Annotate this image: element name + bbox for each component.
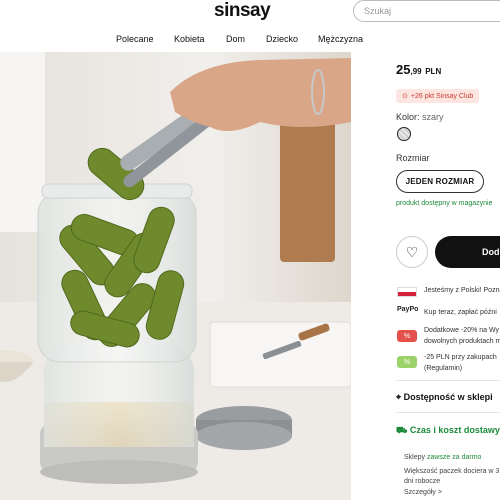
main-nav: Polecane Kobieta Dom Dziecko Mężczyzna <box>0 34 500 48</box>
info-row-discount-line1: Dodatkowe -20% na Wy <box>424 327 500 334</box>
pickle-jar-photo <box>0 52 351 500</box>
poland-flag-icon <box>397 287 417 297</box>
price-main: 25 <box>396 62 411 77</box>
nav-item-dziecko[interactable]: Dziecko <box>266 34 298 44</box>
location-pin-icon: ⌖ <box>396 392 402 402</box>
delivery-details-link[interactable]: Szczegóły > <box>404 488 442 498</box>
delivery-section[interactable]: ⛟ Czas i koszt dostawy <box>396 425 500 437</box>
info-row-discount-line2: dowolnych produktach me <box>424 338 500 345</box>
sinsay-logo[interactable]: sinsay <box>214 0 271 22</box>
divider <box>396 412 500 413</box>
search-placeholder: Szukaj <box>364 6 392 16</box>
availability-text: produkt dostępny w magazynie <box>396 200 493 207</box>
nav-item-mezczyzna[interactable]: Mężczyzna <box>318 34 363 44</box>
club-icon: ⊙ <box>402 93 408 100</box>
nav-item-polecane[interactable]: Polecane <box>116 34 154 44</box>
size-button[interactable]: JEDEN ROZMIAR <box>396 170 484 193</box>
nav-item-dom[interactable]: Dom <box>226 34 245 44</box>
info-row-discount[interactable]: Dodatkowe -20% na Wy dowolnych produktac… <box>424 325 500 347</box>
add-to-cart-button[interactable]: Dod <box>435 236 500 268</box>
color-swatch-grey[interactable] <box>397 127 411 141</box>
price: 25,99 PLN <box>396 62 441 77</box>
coupon-icon: % <box>397 356 417 368</box>
delivery-stores-value: zawsze za darmo <box>426 454 482 461</box>
discount-tag-icon: % <box>397 330 417 342</box>
delivery-stores: Sklepy zawsze za darmo <box>404 453 481 463</box>
delivery-description: Większość paczek dociera w 3 dni robocze <box>404 467 499 487</box>
price-currency: PLN <box>425 67 442 76</box>
product-image[interactable] <box>0 52 351 500</box>
paypo-icon: PayPo <box>397 306 419 313</box>
info-row-poland[interactable]: Jesteśmy z Polski! Pozna <box>424 285 500 296</box>
color-info: Kolor: szary <box>396 112 444 122</box>
divider <box>396 380 500 381</box>
club-badge-text: +26 pkt Sinsay Club <box>410 92 474 100</box>
delivery-stores-label: Sklepy <box>404 454 426 461</box>
delivery-truck-icon: ⛟ <box>396 425 408 435</box>
color-value: szary <box>422 112 444 122</box>
wishlist-button[interactable]: ♡ <box>396 236 428 268</box>
info-row-paypo[interactable]: Kup teraz, zapłać późni <box>424 307 497 318</box>
sinsay-club-badge: ⊙ +26 pkt Sinsay Club <box>396 89 480 103</box>
info-row-coupon-line2: (Regulamin) <box>424 365 463 372</box>
size-label: Rozmiar <box>396 153 430 163</box>
delivery-desc-line1: Większość paczek dociera w 3 <box>404 468 500 475</box>
store-availability[interactable]: ⌖ Dostępność w sklepi <box>396 392 493 403</box>
price-decimals: ,99 <box>410 67 422 76</box>
search-input[interactable]: Szukaj <box>353 0 500 22</box>
color-label: Kolor: <box>396 112 420 122</box>
store-availability-title: Dostępność w sklepi <box>403 392 493 402</box>
info-row-coupon[interactable]: -25 PLN przy zakupach (Regulamin) <box>424 352 497 374</box>
delivery-desc-line2: dni robocze <box>404 478 441 485</box>
delivery-title: Czas i koszt dostawy <box>409 425 500 435</box>
nav-item-kobieta[interactable]: Kobieta <box>174 34 205 44</box>
heart-icon: ♡ <box>405 243 419 260</box>
info-row-coupon-line1: -25 PLN przy zakupach <box>424 354 497 361</box>
